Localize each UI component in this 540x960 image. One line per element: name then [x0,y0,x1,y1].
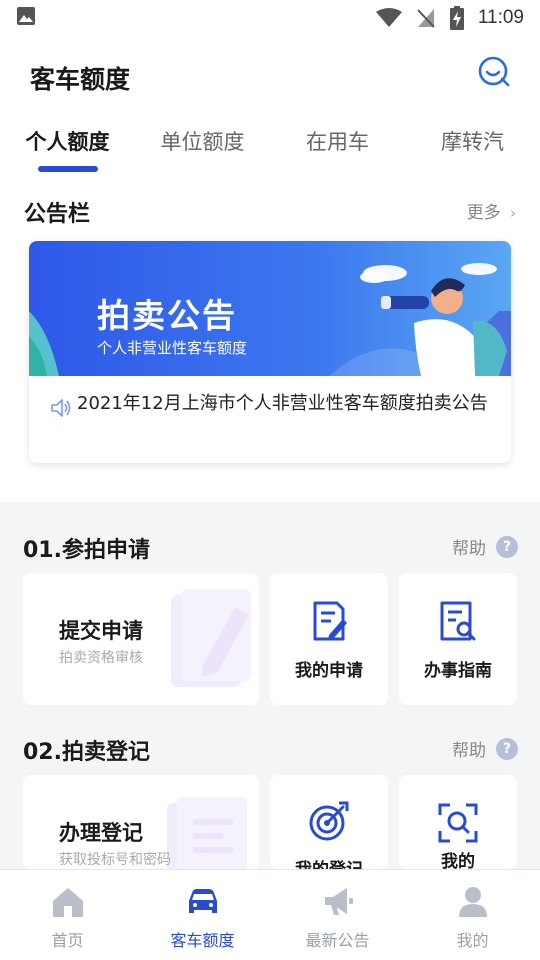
submit-application-card[interactable]: 提交申请 拍卖资格审核 [23,573,259,705]
more-link[interactable]: 更多 › [467,198,516,223]
step2-help-link[interactable]: 帮助 ? [452,736,518,761]
my-application-label: 我的申请 [295,661,363,681]
nav-car-quota[interactable]: 客车额度 [135,870,270,960]
page-title: 客车额度 [30,65,131,94]
document-edit-icon [313,601,347,641]
auction-banner: 拍卖公告 个人非营业性客车额度 [29,241,511,376]
form-watermark-icon [167,797,247,869]
customer-service-icon[interactable] [476,54,512,90]
my-scan-card[interactable]: 我的 [399,775,517,869]
notice-section: 公告栏 更多 › 拍卖公告 个人非营业性客车额度 2021年12月上海市个人非营… [0,172,540,502]
header: 客车额度 个人额度 单位额度 在用车 摩转汽 [0,36,540,172]
step1-help-link[interactable]: 帮助 ? [452,534,518,559]
nav-announcements-label: 最新公告 [305,931,370,950]
tab-in-use-vehicle[interactable]: 在用车 [270,122,405,172]
question-icon: ? [496,535,518,558]
target-icon [309,801,349,841]
edit-watermark-icon [171,589,251,687]
tab-unit-quota[interactable]: 单位额度 [135,122,270,172]
notice-card[interactable]: 拍卖公告 个人非营业性客车额度 2021年12月上海市个人非营业性客车额度拍卖公… [29,241,511,463]
speaker-icon [51,399,71,417]
question-icon: ? [496,737,518,760]
submit-application-title: 提交申请 [59,619,143,643]
image-notification-icon [17,7,35,25]
nav-car-quota-label: 客车额度 [170,931,235,950]
status-bar: 11:09 [0,0,540,36]
megaphone-icon [324,888,353,915]
registration-card[interactable]: 办理登记 获取投标号和密码 [23,775,259,869]
help-label: 帮助 [452,539,486,559]
my-registration-label: 我的登记 [270,855,388,869]
scan-search-icon [438,803,478,843]
step2-title: 02.拍卖登记 [23,740,150,765]
nav-profile[interactable]: 我的 [405,870,540,960]
nav-announcements[interactable]: 最新公告 [270,870,405,960]
notice-text: 2021年12月上海市个人非营业性客车额度拍卖公告 [77,393,488,414]
registration-subtitle: 获取投标号和密码 [59,852,171,868]
service-guide-label: 办事指南 [424,661,492,681]
notice-item[interactable]: 2021年12月上海市个人非营业性客车额度拍卖公告 [49,393,499,423]
service-guide-card[interactable]: 办事指南 [399,573,517,705]
chevron-right-icon: › [510,204,516,222]
submit-application-subtitle: 拍卖资格审核 [59,650,143,666]
nav-home[interactable]: 首页 [0,870,135,960]
nav-profile-label: 我的 [456,931,489,950]
tab-bar: 个人额度 单位额度 在用车 摩转汽 [0,122,540,172]
registration-title: 办理登记 [59,821,143,845]
banner-title: 拍卖公告 [97,296,237,335]
wifi-icon [375,8,402,27]
no-signal-icon [417,9,435,28]
status-time: 11:09 [477,7,524,28]
car-icon [188,889,217,913]
document-search-icon [440,601,476,641]
my-registration-card[interactable]: 我的登记 [270,775,388,869]
tab-motorcycle-to-car[interactable]: 摩转汽 [405,122,540,172]
banner-subtitle: 个人非营业性客车额度 [97,339,248,357]
user-icon [458,887,487,917]
home-icon [52,888,83,917]
more-label: 更多 [466,203,501,223]
bottom-nav: 首页 客车额度 最新公告 我的 [0,869,540,960]
notice-title: 公告栏 [24,202,91,227]
my-scan-label: 我的 [441,852,475,869]
nav-home-label: 首页 [51,931,84,950]
tab-personal-quota[interactable]: 个人额度 [0,122,135,172]
my-application-card[interactable]: 我的申请 [270,573,388,705]
help-label: 帮助 [452,741,486,761]
step1-title: 01.参拍申请 [23,538,150,563]
battery-charging-icon [449,6,464,30]
